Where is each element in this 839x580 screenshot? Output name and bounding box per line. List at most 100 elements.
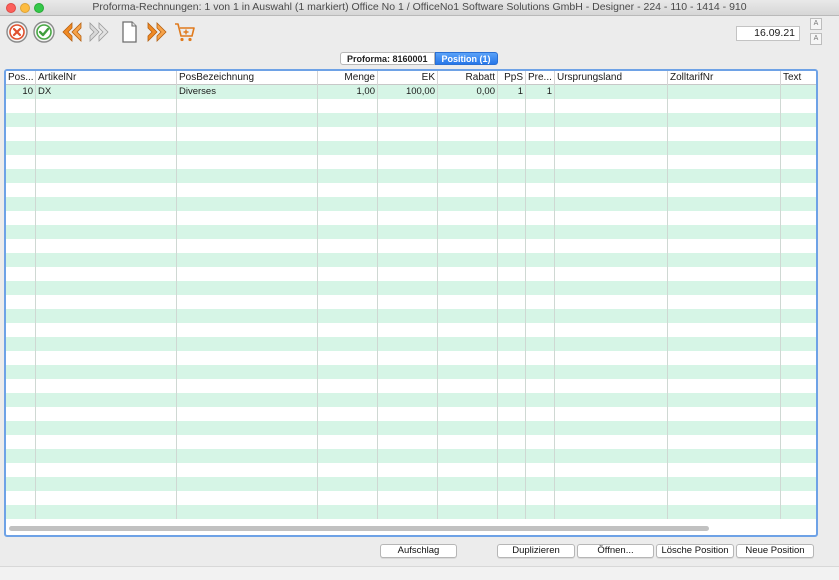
table-cell: [668, 491, 781, 505]
delete-position-button[interactable]: Lösche Position: [656, 544, 734, 558]
table-cell: [6, 505, 36, 519]
previous-record-button[interactable]: [59, 18, 85, 46]
column-header-pps[interactable]: PpS: [498, 71, 526, 85]
column-header-ursprungsland[interactable]: Ursprungsland: [555, 71, 668, 85]
table-cell: [526, 323, 555, 337]
table-row[interactable]: [6, 239, 816, 253]
table-cell: [177, 211, 318, 225]
tab-proforma[interactable]: Proforma: 8160001: [340, 52, 435, 65]
table-cell: [378, 477, 438, 491]
new-position-button[interactable]: Neue Position: [736, 544, 814, 558]
aufschlag-button[interactable]: Aufschlag: [380, 544, 457, 558]
table-cell: [526, 491, 555, 505]
table-row[interactable]: [6, 113, 816, 127]
table-row[interactable]: [6, 211, 816, 225]
table-row[interactable]: [6, 225, 816, 239]
column-header-ek[interactable]: EK: [378, 71, 438, 85]
table-row[interactable]: [6, 253, 816, 267]
table-row[interactable]: [6, 463, 816, 477]
table-cell: [498, 183, 526, 197]
date-field[interactable]: 16.09.21: [736, 26, 800, 41]
column-header-rabatt[interactable]: Rabatt: [438, 71, 498, 85]
table-cell: [498, 351, 526, 365]
table-cell: [555, 141, 668, 155]
column-header-zolltarifnr[interactable]: ZolltarifNr: [668, 71, 781, 85]
next-record-button[interactable]: [86, 18, 112, 46]
cancel-button[interactable]: [4, 18, 30, 46]
table-cell: [36, 351, 177, 365]
column-header-posbezeichnung[interactable]: PosBezeichnung: [177, 71, 318, 85]
open-button[interactable]: Öffnen...: [577, 544, 654, 558]
table-row[interactable]: [6, 281, 816, 295]
table-cell: [6, 379, 36, 393]
table-cell: [177, 505, 318, 519]
table-row[interactable]: [6, 155, 816, 169]
table-cell: [668, 435, 781, 449]
table-row[interactable]: [6, 183, 816, 197]
table-cell: [555, 477, 668, 491]
table-cell: [781, 253, 816, 267]
font-increase-button[interactable]: A: [810, 18, 822, 30]
table-cell: [318, 211, 378, 225]
table-row[interactable]: [6, 491, 816, 505]
add-to-cart-button[interactable]: [172, 18, 198, 46]
table-cell: [378, 183, 438, 197]
tab-position[interactable]: Position (1): [434, 52, 498, 65]
table-row[interactable]: [6, 477, 816, 491]
column-header-preis[interactable]: Pre...: [526, 71, 555, 85]
table-row[interactable]: [6, 309, 816, 323]
table-cell: [555, 127, 668, 141]
column-header-text[interactable]: Text: [781, 71, 816, 85]
duplicate-button[interactable]: Duplizieren: [497, 544, 575, 558]
table-cell: [668, 141, 781, 155]
table-cell: [177, 253, 318, 267]
positions-table[interactable]: Pos... ArtikelNr PosBezeichnung Menge EK…: [4, 69, 818, 537]
table-cell: [6, 99, 36, 113]
table-cell: [668, 211, 781, 225]
table-cell: [318, 309, 378, 323]
table-row[interactable]: [6, 393, 816, 407]
table-cell: [177, 337, 318, 351]
column-header-artikelnr[interactable]: ArtikelNr: [36, 71, 177, 85]
table-cell: [36, 505, 177, 519]
table-cell: [6, 169, 36, 183]
horizontal-scrollbar[interactable]: [9, 526, 709, 531]
table-row[interactable]: [6, 323, 816, 337]
table-row[interactable]: [6, 267, 816, 281]
table-cell: [555, 113, 668, 127]
column-header-menge[interactable]: Menge: [318, 71, 378, 85]
table-row[interactable]: [6, 169, 816, 183]
table-cell: [36, 253, 177, 267]
table-row[interactable]: 10 DX Diverses 1,00 100,00 0,00 1 1: [6, 85, 816, 99]
table-cell: [781, 309, 816, 323]
table-cell: [378, 127, 438, 141]
table-row[interactable]: [6, 99, 816, 113]
table-row[interactable]: [6, 197, 816, 211]
table-row[interactable]: [6, 127, 816, 141]
table-row[interactable]: [6, 141, 816, 155]
table-cell: [438, 379, 498, 393]
table-row[interactable]: [6, 365, 816, 379]
fast-forward-icon: [147, 22, 167, 42]
confirm-button[interactable]: [31, 18, 57, 46]
table-row[interactable]: [6, 379, 816, 393]
table-cell: [668, 365, 781, 379]
table-row[interactable]: [6, 449, 816, 463]
table-row[interactable]: [6, 351, 816, 365]
table-row[interactable]: [6, 337, 816, 351]
table-row[interactable]: [6, 421, 816, 435]
cell-posbezeichnung: Diverses: [177, 85, 318, 99]
column-header-pos[interactable]: Pos...: [6, 71, 36, 85]
table-row[interactable]: [6, 505, 816, 519]
table-cell: [36, 365, 177, 379]
table-cell: [438, 449, 498, 463]
table-row[interactable]: [6, 435, 816, 449]
table-cell: [555, 323, 668, 337]
new-document-button[interactable]: [116, 18, 142, 46]
font-decrease-button[interactable]: A: [810, 33, 822, 45]
table-row[interactable]: [6, 407, 816, 421]
table-cell: [555, 491, 668, 505]
fast-forward-button[interactable]: [144, 18, 170, 46]
table-row[interactable]: [6, 295, 816, 309]
table-cell: [555, 99, 668, 113]
